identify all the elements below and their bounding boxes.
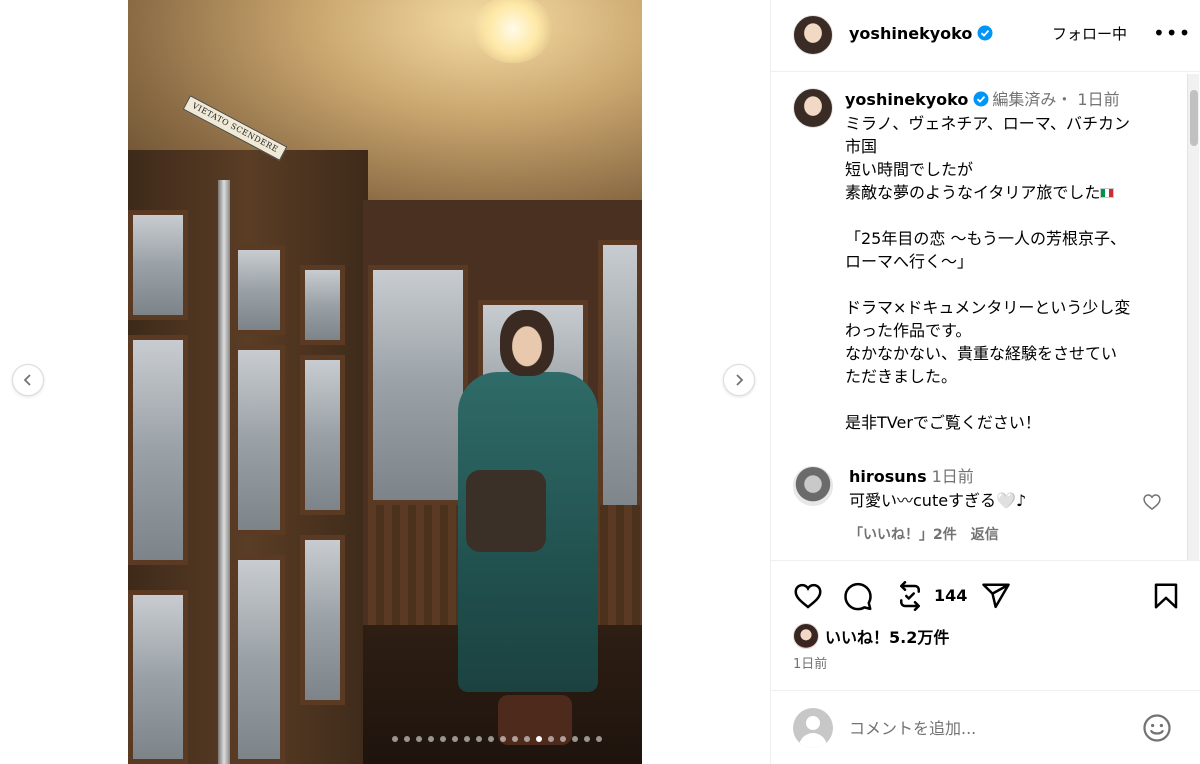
photo-window <box>233 245 285 335</box>
comment-heart-icon[interactable] <box>1142 492 1162 512</box>
caption-text-part1: ミラノ、ヴェネチア、ローマ、バチカン 市国 短い時間でしたが 素敵な夢のようなイ… <box>845 114 1130 202</box>
photo-window <box>233 555 285 764</box>
post-actions: 144 いいね！5.2万件 1日前 <box>771 560 1200 690</box>
photo-window <box>300 535 345 705</box>
carousel-next-button[interactable] <box>723 364 755 396</box>
commenter-username[interactable]: hirosuns <box>849 467 927 486</box>
author-avatar[interactable] <box>793 15 833 55</box>
likes-row[interactable]: いいね！5.2万件 <box>793 623 949 649</box>
author-username-text[interactable]: yoshinekyoko <box>849 24 972 43</box>
carousel-dot <box>572 736 578 742</box>
author-username[interactable]: yoshinekyoko <box>849 23 993 45</box>
post-header: yoshinekyoko フォロー中 ••• <box>771 0 1200 72</box>
carousel-dot <box>416 736 422 742</box>
comment-icon[interactable] <box>843 581 873 611</box>
photo-pole <box>218 180 230 764</box>
carousel-dot <box>476 736 482 742</box>
photo-window <box>233 345 285 535</box>
avatar-head-shape <box>806 716 820 730</box>
carousel-dot <box>596 736 602 742</box>
carousel-dot <box>524 736 530 742</box>
carousel-dot <box>584 736 590 742</box>
caption-header: yoshinekyoko 編集済み・ 1日前 <box>845 89 1120 111</box>
commenter-avatar[interactable] <box>793 466 833 506</box>
carousel-dot <box>488 736 494 742</box>
carousel-dot <box>536 736 542 742</box>
repost-icon[interactable] <box>895 581 925 611</box>
add-comment-input[interactable] <box>849 713 1129 743</box>
photo-window <box>300 355 345 515</box>
comment-reply-button[interactable]: 返信 <box>971 527 999 543</box>
carousel-dot <box>512 736 518 742</box>
avatar-body-shape <box>799 733 827 748</box>
add-comment-bar <box>771 690 1200 764</box>
caption-username[interactable]: yoshinekyoko <box>845 90 968 109</box>
comment-time: 1日前 <box>931 467 974 486</box>
comment-text: 可愛い〰cuteすぎる🤍♪ <box>849 491 1027 510</box>
likes-count[interactable]: いいね！5.2万件 <box>825 624 949 648</box>
carousel-dot <box>404 736 410 742</box>
photo-window <box>128 335 188 565</box>
caption-avatar[interactable] <box>793 88 833 128</box>
chevron-left-icon <box>23 374 31 386</box>
current-user-avatar <box>793 708 833 748</box>
photo-window <box>128 210 188 320</box>
caption-text-part2: 「25年目の恋 〜もう一人の芳根京子、 ローマへ行く〜」 ドラマ×ドキュメンタリ… <box>845 229 1131 432</box>
carousel-dot <box>452 736 458 742</box>
carousel-dot <box>560 736 566 742</box>
chevron-right-icon <box>736 374 744 386</box>
comments-section: yoshinekyoko 編集済み・ 1日前 ミラノ、ヴェネチア、ローマ、バチカ… <box>771 72 1200 560</box>
carousel-dot <box>548 736 554 742</box>
caption-edited-time: 編集済み・ 1日前 <box>992 90 1120 109</box>
post-side-panel: yoshinekyoko フォロー中 ••• yoshinekyoko 編集済み… <box>770 0 1200 764</box>
comment-likes-count[interactable]: 「いいね！」2件 <box>849 527 957 543</box>
photo-person-head <box>500 310 554 376</box>
photo-bag <box>466 470 546 552</box>
comment-header: hirosuns 1日前 <box>849 466 974 488</box>
post-timestamp[interactable]: 1日前 <box>793 653 827 672</box>
instagram-post-modal: VIETATO SCENDERE yoshinekyoko フォロー中 ••• … <box>0 0 1200 764</box>
carousel-dots <box>392 736 602 748</box>
liker-avatar[interactable] <box>793 623 819 649</box>
carousel-dot <box>428 736 434 742</box>
media-area: VIETATO SCENDERE <box>0 0 770 764</box>
photo-window <box>300 265 345 345</box>
verified-badge-icon <box>977 25 993 41</box>
carousel-dot <box>392 736 398 742</box>
carousel-prev-button[interactable] <box>12 364 44 396</box>
caption-text: ミラノ、ヴェネチア、ローマ、バチカン 市国 短い時間でしたが 素敵な夢のようなイ… <box>845 112 1165 434</box>
photo-window <box>368 265 468 505</box>
verified-badge-icon <box>973 91 989 107</box>
more-options-icon[interactable]: ••• <box>1153 20 1191 46</box>
following-button[interactable]: フォロー中 <box>1052 23 1127 45</box>
comments-scrollbar[interactable] <box>1187 74 1199 560</box>
scrollbar-thumb[interactable] <box>1190 90 1198 146</box>
post-photo[interactable]: VIETATO SCENDERE <box>128 0 642 764</box>
share-icon[interactable] <box>981 581 1011 611</box>
carousel-dot <box>440 736 446 742</box>
carousel-dot <box>464 736 470 742</box>
photo-window <box>128 590 188 764</box>
emoji-icon[interactable] <box>1142 713 1172 743</box>
repost-count[interactable]: 144 <box>934 586 967 605</box>
heart-icon[interactable] <box>793 581 823 611</box>
bookmark-icon[interactable] <box>1151 581 1181 611</box>
italy-flag-icon <box>1100 188 1115 198</box>
carousel-dot <box>500 736 506 742</box>
comment-meta: 「いいね！」2件 返信 <box>849 524 1013 544</box>
photo-window <box>598 240 642 520</box>
